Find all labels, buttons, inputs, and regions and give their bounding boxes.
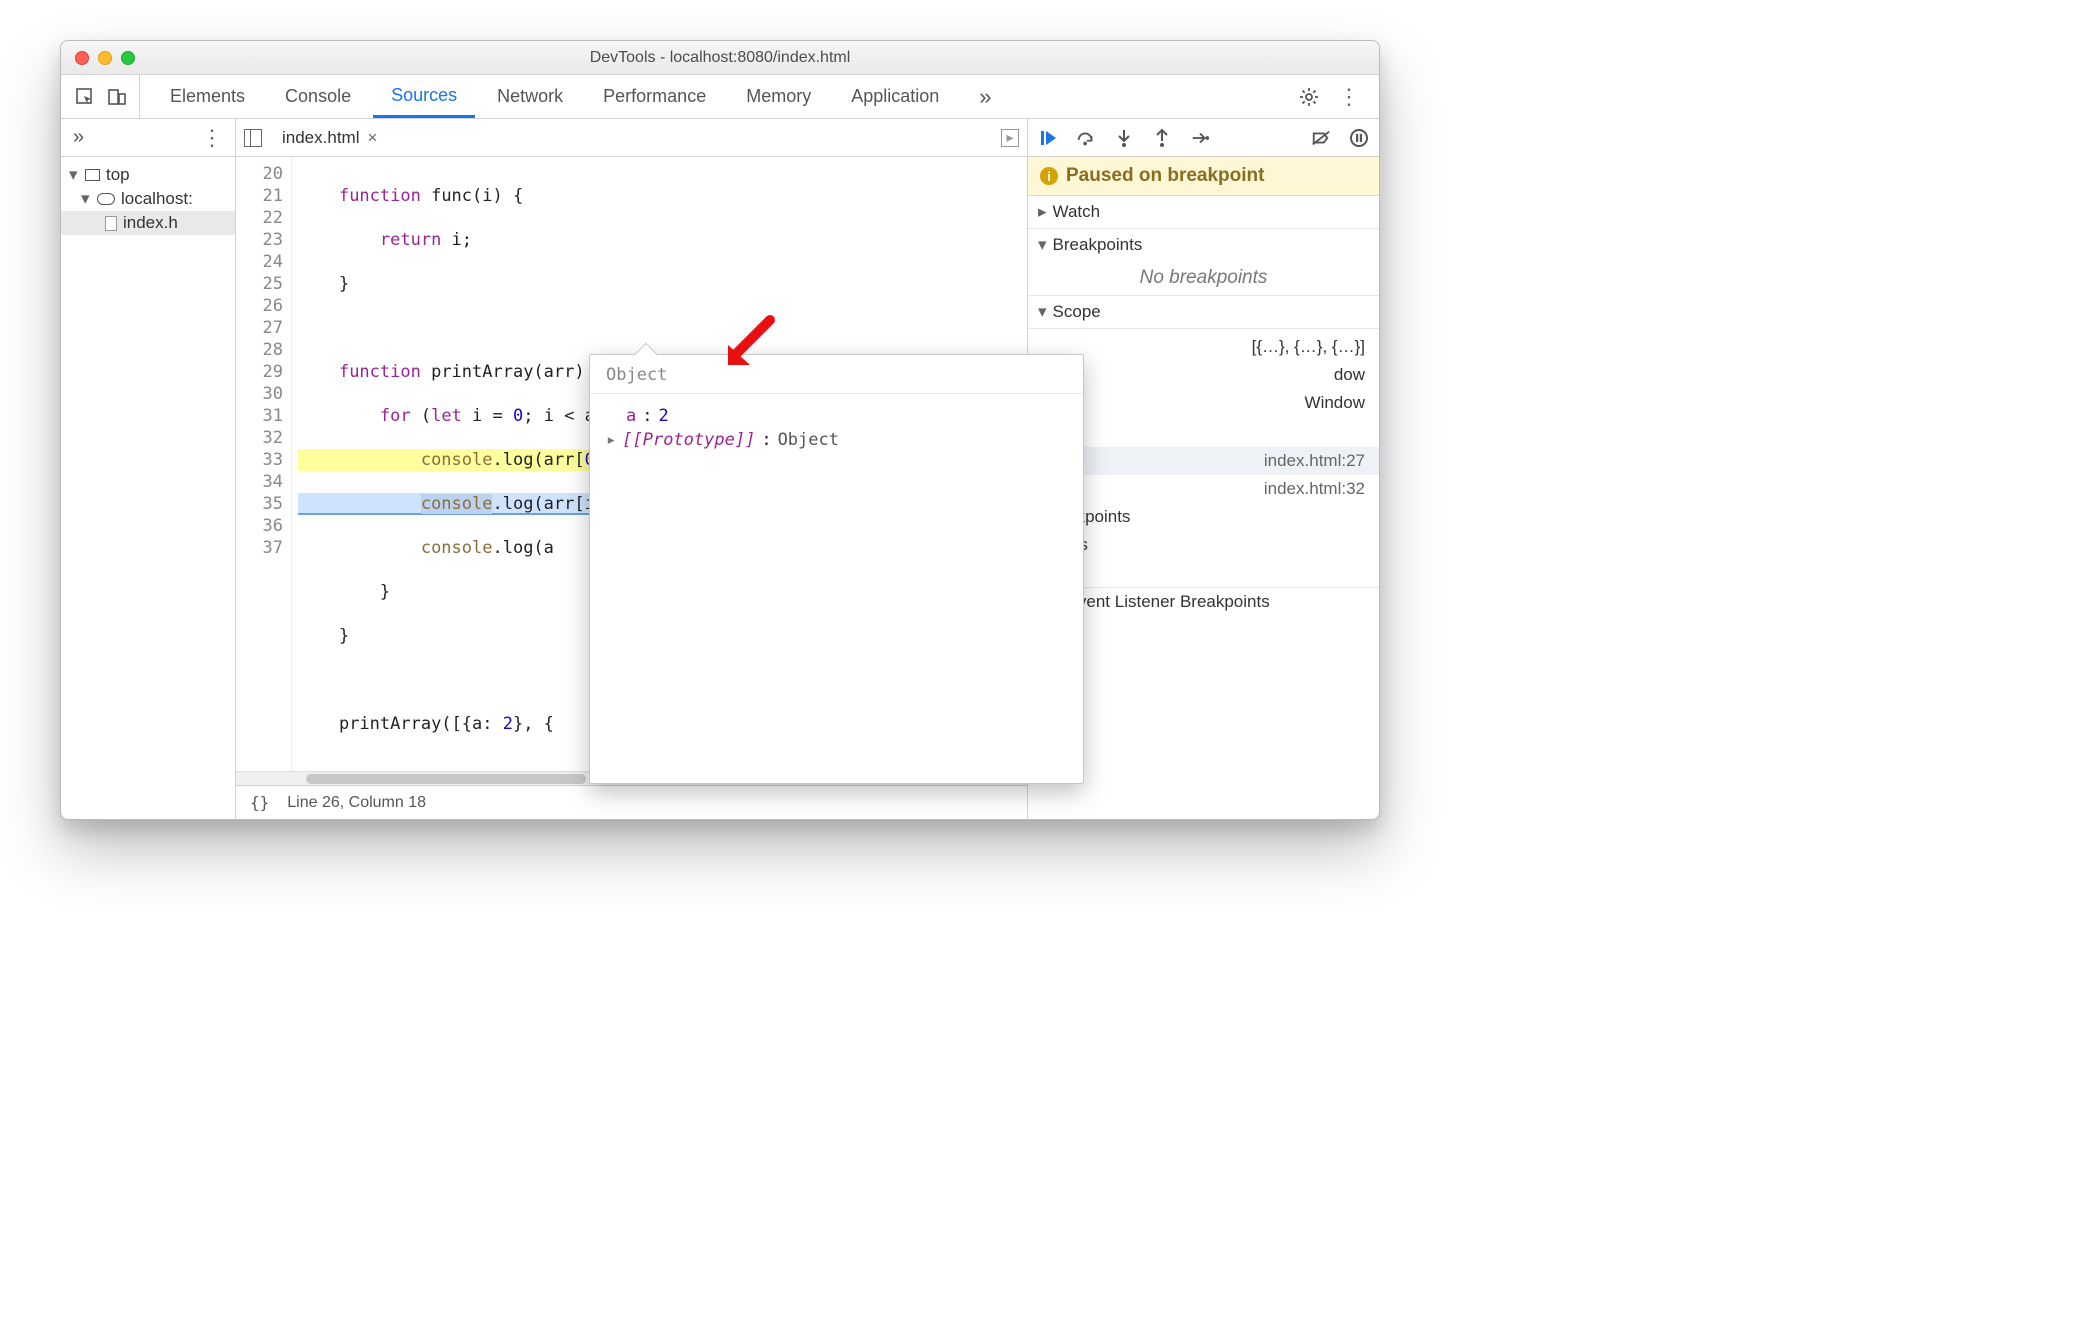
chevron-down-icon: ▾ bbox=[1038, 302, 1047, 322]
editor-tab-index[interactable]: index.html × bbox=[282, 128, 377, 148]
code-text: .log(arr[ bbox=[492, 450, 584, 470]
tree-label: top bbox=[106, 165, 130, 185]
keyword: return bbox=[380, 230, 441, 250]
code-text: i = bbox=[462, 406, 513, 426]
identifier: console bbox=[421, 494, 493, 514]
property-key: a bbox=[626, 406, 636, 426]
code-text: i; bbox=[441, 230, 472, 250]
pause-on-exceptions-icon[interactable] bbox=[1349, 128, 1369, 148]
tree-host[interactable]: localhost: bbox=[61, 187, 235, 211]
navigator-more-icon[interactable] bbox=[201, 125, 223, 151]
number-literal: 0 bbox=[513, 406, 523, 426]
internal-property-key: [[Prototype]] bbox=[622, 430, 755, 450]
file-tree: top localhost: index.h bbox=[61, 157, 235, 241]
section-title: Scope bbox=[1053, 302, 1101, 322]
property-value: Object bbox=[778, 430, 839, 450]
code-text: } bbox=[339, 626, 349, 646]
code-text: .log(a bbox=[492, 538, 553, 558]
cloud-icon bbox=[97, 193, 115, 205]
code-text: printArray(arr) { bbox=[421, 362, 605, 382]
code-text: } bbox=[380, 582, 390, 602]
identifier: console bbox=[421, 538, 493, 558]
tab-sources[interactable]: Sources bbox=[373, 75, 475, 118]
keyword: for bbox=[380, 406, 411, 426]
tree-top-frame[interactable]: top bbox=[61, 163, 235, 187]
section-title: Breakpoints bbox=[1053, 235, 1143, 255]
tab-elements[interactable]: Elements bbox=[152, 75, 263, 118]
line-gutter: 202122232425262728293031323334353637 bbox=[236, 157, 292, 771]
info-icon: i bbox=[1040, 167, 1058, 185]
step-out-icon[interactable] bbox=[1152, 128, 1172, 148]
tabs-overflow-button[interactable]: » bbox=[961, 75, 1009, 118]
chevron-down-icon: ▾ bbox=[1038, 235, 1047, 255]
object-prototype-row[interactable]: ▸ [[Prototype]]: Object bbox=[606, 428, 1067, 452]
toolbar-left-icons bbox=[71, 75, 140, 118]
paused-banner: i Paused on breakpoint bbox=[1028, 157, 1379, 196]
editor-statusbar: {} Line 26, Column 18 bbox=[236, 785, 1027, 819]
navigator-pane: top localhost: index.h bbox=[61, 119, 236, 819]
toggle-navigator-icon[interactable] bbox=[244, 129, 262, 147]
scope-section[interactable]: ▾ Scope bbox=[1028, 296, 1379, 329]
keyword: function bbox=[339, 362, 421, 382]
device-toolbar-icon[interactable] bbox=[107, 87, 127, 107]
code-text: func(i) { bbox=[421, 186, 523, 206]
window-title: DevTools - localhost:8080/index.html bbox=[61, 49, 1379, 67]
frame-icon bbox=[85, 169, 100, 181]
tab-network[interactable]: Network bbox=[479, 75, 581, 118]
keyword: function bbox=[339, 186, 421, 206]
tab-performance[interactable]: Performance bbox=[585, 75, 724, 118]
object-property-row[interactable]: a: 2 bbox=[606, 404, 1067, 428]
tab-memory[interactable]: Memory bbox=[728, 75, 829, 118]
pretty-print-icon[interactable]: {} bbox=[250, 793, 269, 812]
run-snippet-icon[interactable] bbox=[1001, 129, 1019, 147]
popover-title: Object bbox=[590, 355, 1083, 394]
chevron-right-icon: ▸ bbox=[1038, 202, 1047, 222]
chevron-down-icon bbox=[69, 165, 79, 185]
identifier: console bbox=[421, 450, 493, 470]
section-title: Watch bbox=[1053, 202, 1101, 222]
step-icon[interactable] bbox=[1190, 128, 1210, 148]
keyword: let bbox=[431, 406, 462, 426]
no-breakpoints-label: No breakpoints bbox=[1028, 261, 1379, 295]
watch-section[interactable]: ▸ Watch bbox=[1028, 196, 1379, 229]
settings-gear-icon[interactable] bbox=[1299, 87, 1319, 107]
close-tab-icon[interactable]: × bbox=[367, 128, 377, 148]
breakpoints-section[interactable]: ▾ Breakpoints No breakpoints bbox=[1028, 229, 1379, 296]
navigator-overflow-button[interactable] bbox=[73, 126, 84, 149]
debugger-toolbar bbox=[1028, 119, 1379, 157]
code-text: } bbox=[339, 274, 349, 294]
cursor-position: Line 26, Column 18 bbox=[287, 794, 426, 812]
object-hover-popover: Object a: 2 ▸ [[Prototype]]: Object bbox=[589, 354, 1084, 784]
chevron-right-icon: ▸ bbox=[606, 430, 616, 450]
code-text: printArray([{a: bbox=[339, 714, 503, 734]
tab-console[interactable]: Console bbox=[267, 75, 369, 118]
tab-application[interactable]: Application bbox=[833, 75, 957, 118]
tree-label: localhost: bbox=[121, 189, 193, 209]
editor-tab-label: index.html bbox=[282, 128, 359, 148]
file-icon bbox=[105, 216, 117, 231]
window-titlebar: DevTools - localhost:8080/index.html bbox=[61, 41, 1379, 75]
tree-label: index.h bbox=[123, 213, 178, 233]
step-into-icon[interactable] bbox=[1114, 128, 1134, 148]
more-menu-icon[interactable] bbox=[1339, 87, 1359, 107]
resume-script-icon[interactable] bbox=[1038, 128, 1058, 148]
property-value: 2 bbox=[659, 406, 669, 426]
paused-message: Paused on breakpoint bbox=[1066, 165, 1264, 187]
deactivate-breakpoints-icon[interactable] bbox=[1311, 128, 1331, 148]
chevron-down-icon bbox=[81, 189, 91, 209]
tree-file-index[interactable]: index.h bbox=[61, 211, 235, 235]
inspect-element-icon[interactable] bbox=[75, 87, 95, 107]
main-tabstrip: Elements Console Sources Network Perform… bbox=[61, 75, 1379, 119]
code-text: ( bbox=[411, 406, 431, 426]
code-text: }, { bbox=[513, 714, 554, 734]
number-literal: 2 bbox=[503, 714, 513, 734]
step-over-icon[interactable] bbox=[1076, 128, 1096, 148]
